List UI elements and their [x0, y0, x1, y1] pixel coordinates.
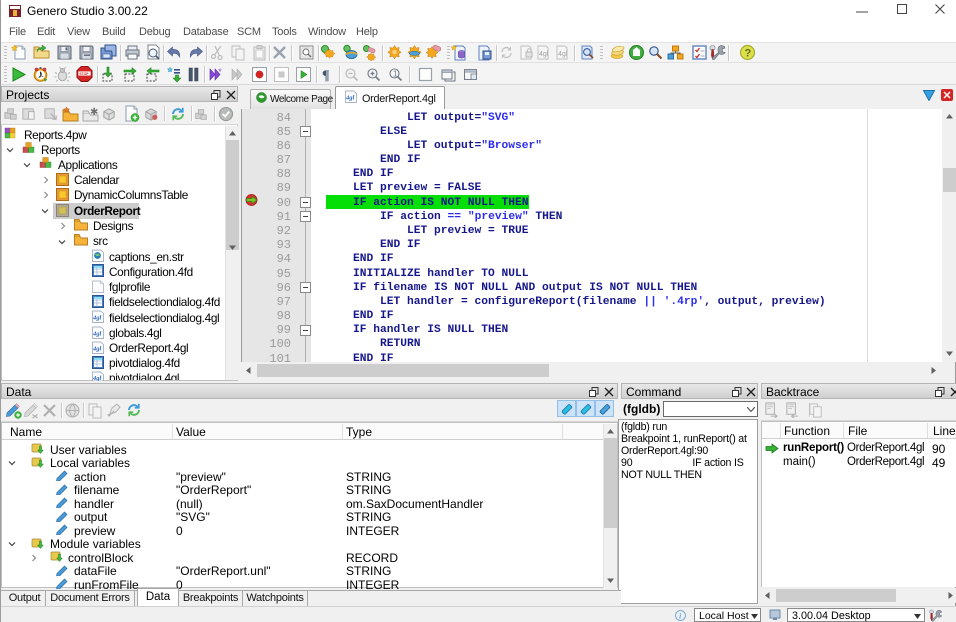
svg-text:4gl: 4gl: [92, 315, 102, 322]
svg-text:4gl: 4gl: [92, 346, 102, 353]
svg-text:4gl: 4gl: [92, 375, 102, 381]
svg-text:4gl: 4gl: [345, 95, 355, 102]
svg-text:?: ?: [745, 48, 752, 60]
svg-text:4gl: 4gl: [92, 331, 102, 338]
svg-text:4gl: 4gl: [539, 51, 549, 58]
svg-text:STOP: STOP: [79, 72, 89, 76]
svg-text:1: 1: [393, 70, 398, 79]
svg-text:4gl: 4gl: [558, 51, 568, 58]
svg-text:i: i: [679, 612, 681, 621]
svg-text:¶: ¶: [322, 69, 330, 84]
svg-text:✱: ✱: [90, 107, 98, 118]
